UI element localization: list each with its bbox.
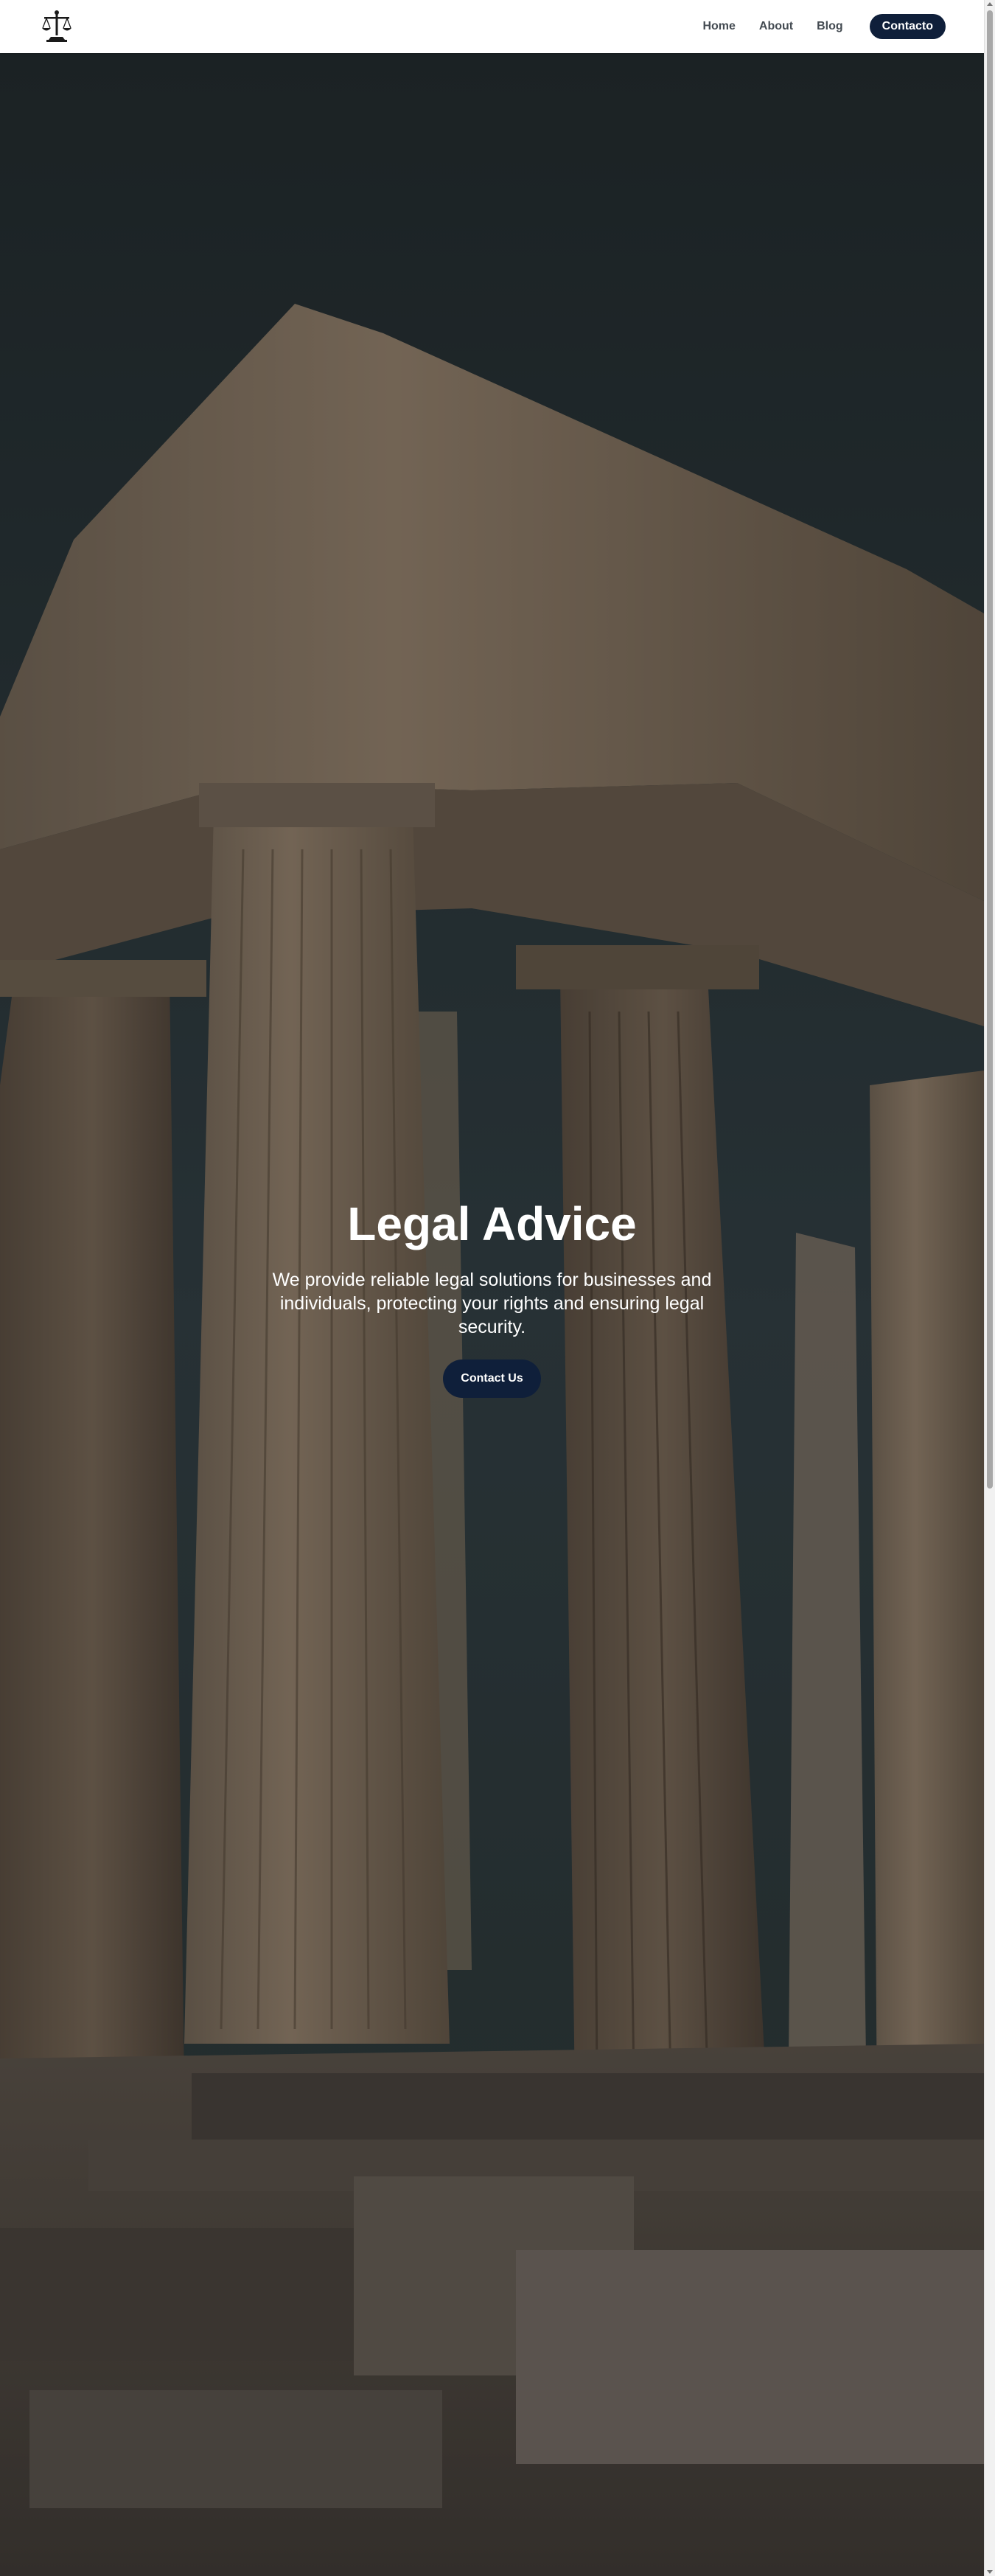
logo-graphic	[42, 10, 71, 42]
contact-us-button[interactable]: Contact Us	[443, 1360, 541, 1398]
scales-of-justice-icon[interactable]	[41, 9, 73, 44]
nav-about-link[interactable]: About	[759, 14, 793, 39]
hero-title: Legal Advice	[347, 1197, 637, 1250]
scrollbar-thumb[interactable]	[987, 10, 993, 1489]
scroll-down-arrow-icon[interactable]	[987, 2570, 993, 2574]
site-header: Home About Blog Contacto	[0, 0, 984, 53]
contacto-button[interactable]: Contacto	[869, 14, 946, 39]
nav-home-link[interactable]: Home	[702, 14, 735, 39]
page-scrollbar[interactable]	[984, 0, 995, 2576]
nav-blog-link[interactable]: Blog	[817, 14, 843, 39]
hero-content: Legal Advice We provide reliable legal s…	[0, 1194, 984, 1398]
hero-subtitle: We provide reliable legal solutions for …	[272, 1270, 712, 1337]
hero-section: Legal Advice We provide reliable legal s…	[0, 53, 984, 2576]
main-nav: Home About Blog Contacto	[702, 14, 946, 39]
scroll-up-arrow-icon[interactable]	[987, 2, 993, 6]
page: Home About Blog Contacto Legal Advice We…	[0, 0, 995, 2576]
